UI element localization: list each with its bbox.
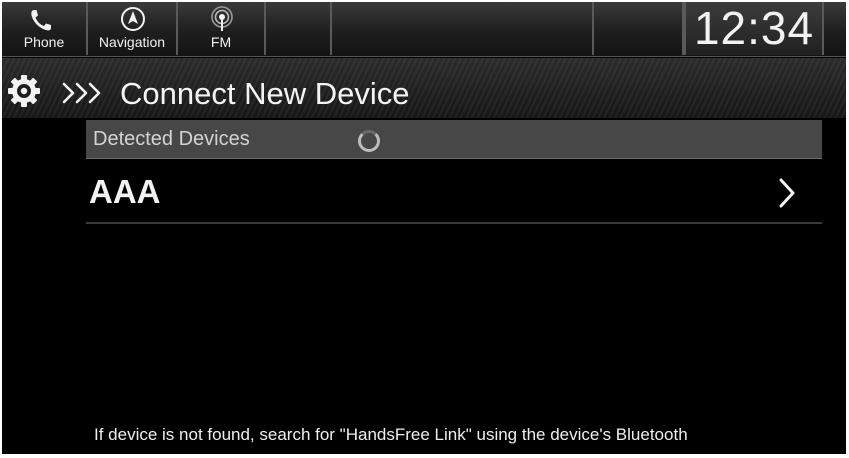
navigation-button[interactable]: Navigation xyxy=(88,2,178,55)
source-bar: Phone Navigation FM 12:34 xyxy=(2,2,846,57)
navigation-icon xyxy=(88,6,176,34)
title-bar: Connect New Device xyxy=(2,58,846,118)
loading-spinner-icon xyxy=(358,130,380,152)
infotainment-screen: Phone Navigation FM 12:34 Connect New De… xyxy=(2,2,846,454)
footer-hint: If device is not found, search for "Hand… xyxy=(94,425,688,444)
radio-antenna-icon xyxy=(178,6,264,34)
detected-devices-label: Detected Devices xyxy=(93,128,250,150)
detected-devices-header: Detected Devices xyxy=(86,120,822,159)
clock: 12:34 xyxy=(684,2,824,55)
device-list-item[interactable]: AAA xyxy=(86,162,822,224)
chevron-right-icon xyxy=(776,176,798,210)
navigation-label: Navigation xyxy=(98,34,166,50)
phone-label: Phone xyxy=(23,34,65,50)
phone-button[interactable]: Phone xyxy=(2,2,88,55)
settings-gear-icon[interactable] xyxy=(7,74,41,108)
phone-icon xyxy=(2,6,86,34)
triple-chevron-icon xyxy=(60,80,106,106)
page-title: Connect New Device xyxy=(120,76,410,111)
fm-label: FM xyxy=(210,34,232,50)
fm-button[interactable]: FM xyxy=(178,2,266,55)
empty-source-slot[interactable] xyxy=(332,2,594,55)
empty-source-slot[interactable] xyxy=(594,2,684,55)
device-name: AAA xyxy=(89,173,161,210)
empty-source-slot[interactable] xyxy=(266,2,332,55)
